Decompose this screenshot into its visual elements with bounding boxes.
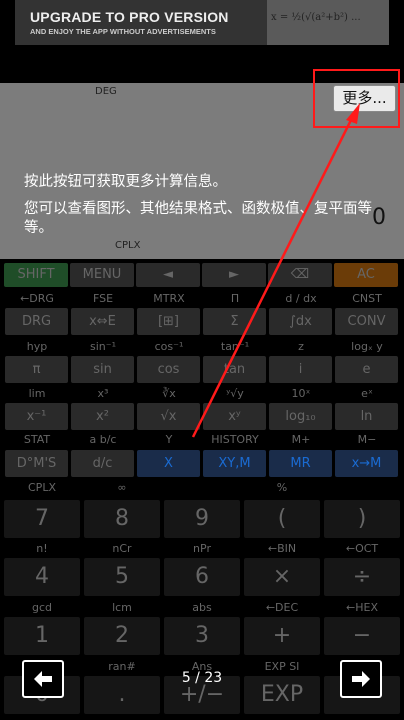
pointer-arrow [191,103,360,438]
arrow-right-icon [352,671,370,687]
calculator-app: UPGRADE TO PRO VERSION AND ENJOY THE APP… [0,0,404,720]
next-button[interactable] [340,660,382,698]
